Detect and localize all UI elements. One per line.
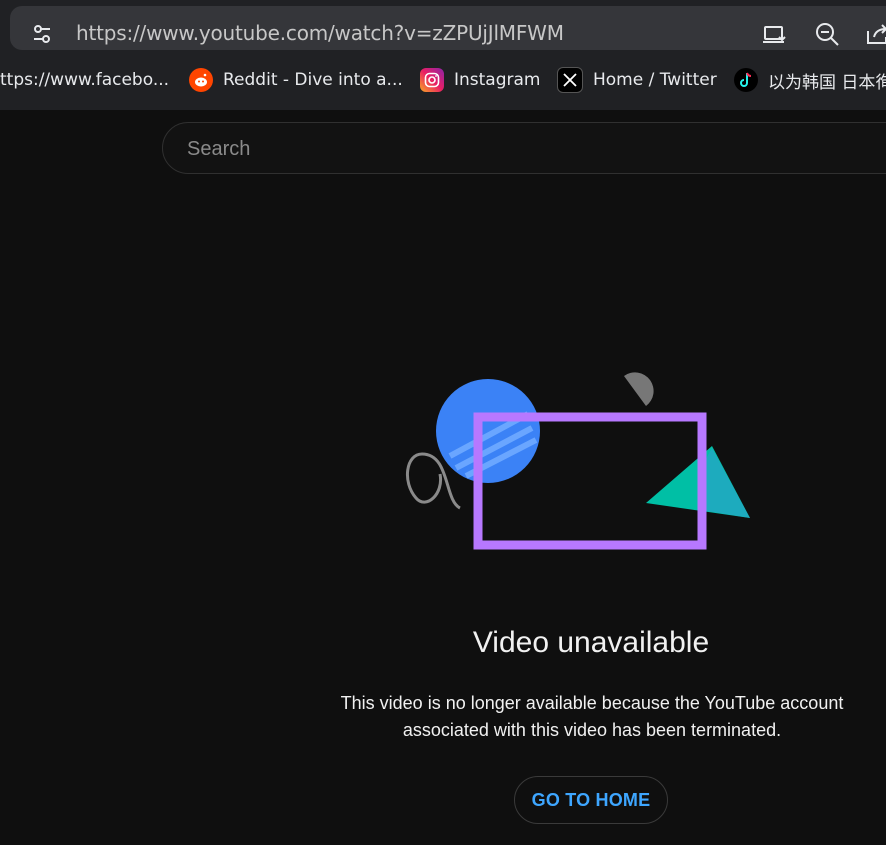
message-line-1: This video is no longer available becaus… xyxy=(340,693,844,713)
bookmark-reddit[interactable]: Reddit - Dive into a... xyxy=(189,60,403,100)
bookmark-label: Reddit - Dive into a... xyxy=(223,70,403,90)
x-icon xyxy=(557,67,583,93)
zoom-out-icon[interactable] xyxy=(814,21,840,47)
unavailable-message: This video is no longer available becaus… xyxy=(320,690,864,744)
search-input[interactable] xyxy=(185,135,789,163)
video-unavailable-illustration xyxy=(405,372,750,550)
go-to-home-button[interactable]: GO TO HOME xyxy=(514,776,668,824)
bookmark-facebook[interactable]: ttps://www.facebo... xyxy=(0,60,169,100)
grey-half-circle-shape xyxy=(624,372,654,406)
bookmark-label: Home / Twitter xyxy=(593,70,717,90)
bookmark-instagram[interactable]: Instagram xyxy=(420,60,541,100)
bookmark-tiktok[interactable]: 以为韩国 日本徇 xyxy=(734,60,886,100)
instagram-icon xyxy=(420,68,444,92)
triangle-texture xyxy=(700,448,750,518)
address-bar[interactable]: https://www.youtube.com/watch?v=zZPUjJlM… xyxy=(10,6,886,50)
bookmark-twitter[interactable]: Home / Twitter xyxy=(557,60,717,100)
bookmarks-bar: ttps://www.facebo... Reddit - Dive into … xyxy=(0,60,886,100)
bookmark-label: 以为韩国 日本徇 xyxy=(768,72,886,93)
site-settings-icon[interactable] xyxy=(30,22,54,46)
install-app-icon[interactable] xyxy=(762,21,788,47)
reddit-icon xyxy=(189,68,213,92)
message-line-2: associated with this video has been term… xyxy=(402,720,782,740)
bookmark-label: Instagram xyxy=(454,70,541,90)
share-icon[interactable] xyxy=(864,21,886,47)
page-title: Video unavailable xyxy=(472,626,710,659)
tiktok-icon xyxy=(734,68,758,92)
url-text[interactable]: https://www.youtube.com/watch?v=zZPUjJlM… xyxy=(76,21,564,45)
browser-chrome: https://www.youtube.com/watch?v=zZPUjJlM… xyxy=(0,0,886,110)
search-box[interactable] xyxy=(162,122,886,174)
bookmark-label: ttps://www.facebo... xyxy=(0,70,170,90)
